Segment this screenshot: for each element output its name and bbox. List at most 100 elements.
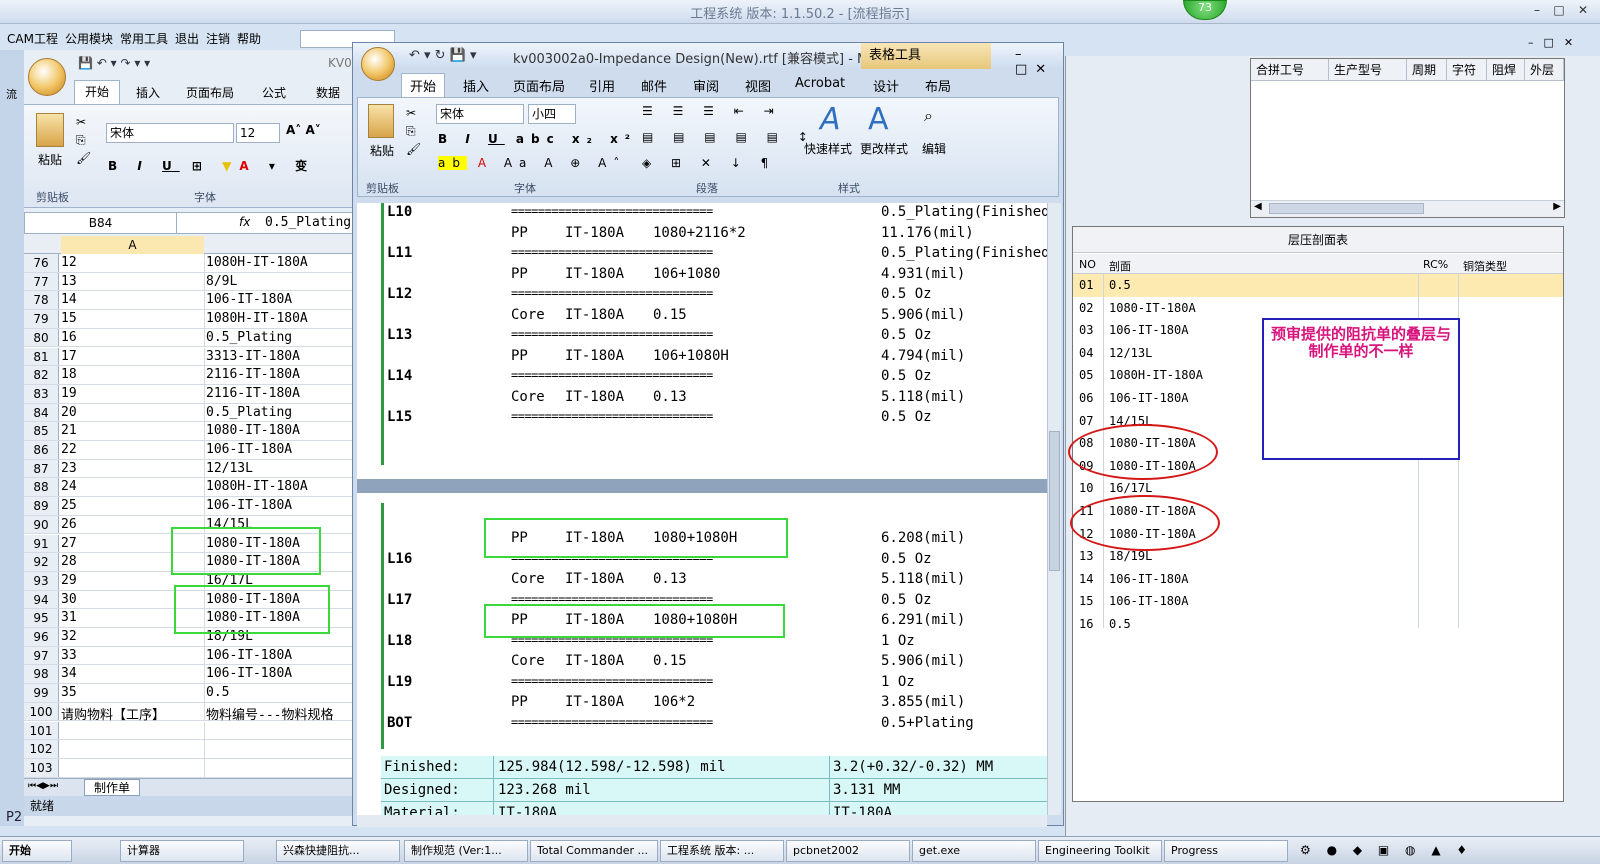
minimize-button[interactable]: –	[1528, 3, 1546, 17]
excel-tab-data[interactable]: 数据	[316, 84, 340, 101]
row-number[interactable]: 98	[24, 665, 59, 684]
cell-a[interactable]: 13	[61, 274, 77, 289]
cell-a[interactable]: 26	[61, 517, 77, 532]
table-row[interactable]: 103	[24, 758, 360, 778]
word-paste-label[interactable]: 粘贴	[370, 142, 394, 159]
scroll-thumb[interactable]	[1269, 203, 1424, 214]
excel-paste-label[interactable]: 粘贴	[38, 151, 62, 168]
cell-b[interactable]: 0.5_Plating	[206, 330, 292, 345]
clipboard-tools-icon[interactable]: ✂ ⎘ 🖌	[76, 113, 91, 167]
cell-b[interactable]: 1080H-IT-180A	[206, 255, 308, 270]
change-styles-icon[interactable]: A	[868, 102, 889, 137]
cell-a[interactable]: 21	[61, 423, 77, 438]
col-silkscreen[interactable]: 字符	[1447, 59, 1487, 80]
row-number[interactable]: 90	[24, 515, 59, 534]
word-tab-1[interactable]: 插入	[463, 76, 489, 95]
row-number[interactable]: 82	[24, 366, 59, 384]
table-row[interactable]: 84 20 0.5_Plating	[24, 403, 360, 423]
cell-b[interactable]: 1080H-IT-180A	[206, 311, 308, 326]
table-row[interactable]: 102	[24, 740, 360, 759]
cell-a[interactable]: 25	[61, 498, 77, 513]
table-row[interactable]: 81 17 3313-IT-180A	[24, 347, 360, 367]
table-row[interactable]: 101	[24, 721, 360, 741]
scroll-thumb[interactable]	[1049, 431, 1060, 571]
table-row[interactable]: 100 请购物料【工序】 物料编号---物料规格	[24, 702, 360, 723]
col-outer-layer[interactable]: 外层	[1525, 59, 1564, 80]
cell-b[interactable]: 0.5_Plating	[206, 405, 292, 420]
taskbar-item-getexe[interactable]: get.exe	[912, 840, 1036, 862]
row-number[interactable]: 88	[24, 478, 59, 497]
menu-help[interactable]: 帮助	[237, 32, 261, 46]
cell-b[interactable]: 3313-IT-180A	[206, 349, 300, 364]
table-row[interactable]: 77 13 8/9L	[24, 272, 360, 292]
flow-tab-label[interactable]: 流	[6, 86, 17, 102]
excel-tab-formula[interactable]: 公式	[262, 84, 286, 101]
row-number[interactable]: 99	[24, 684, 59, 702]
name-box[interactable]: B84	[25, 213, 177, 233]
cell-a[interactable]: 17	[61, 349, 77, 364]
change-styles-label[interactable]: 更改样式	[860, 140, 908, 157]
table-row[interactable]: 98 34 106-IT-180A	[24, 665, 360, 685]
menu-logout[interactable]: 注销	[206, 32, 230, 46]
quick-styles-icon[interactable]: A	[820, 102, 841, 137]
cell-b[interactable]: 1080H-IT-180A	[206, 479, 308, 494]
taskbar-item-calculator[interactable]: 计算器	[120, 840, 244, 862]
row-number[interactable]: 89	[24, 497, 59, 515]
cell-b[interactable]: 106-IT-180A	[206, 442, 292, 457]
cell-a[interactable]: 24	[61, 479, 77, 494]
row-number[interactable]: 92	[24, 553, 59, 571]
table-row[interactable]: 89 25 106-IT-180A	[24, 497, 360, 516]
word-tab-4[interactable]: 邮件	[641, 76, 667, 95]
cell-a[interactable]: 16	[61, 330, 77, 345]
sheet-nav-arrows-icon[interactable]: ⏮◀▶⏭	[28, 781, 58, 791]
row-number[interactable]: 83	[24, 384, 59, 403]
table-row[interactable]: 86 22 106-IT-180A	[24, 441, 360, 460]
table-row[interactable]: 80 16 0.5_Plating	[24, 328, 360, 348]
scroll-right-arrow-icon[interactable]: ▶	[1553, 201, 1561, 212]
row-number[interactable]: 94	[24, 590, 59, 609]
stackup-row[interactable]: 01 0.5	[1073, 274, 1563, 297]
table-row[interactable]: 85 21 1080-IT-180A	[24, 422, 360, 441]
cell-b[interactable]: 106-IT-180A	[206, 648, 292, 663]
col-merge-job[interactable]: 合拼工号	[1251, 59, 1329, 80]
row-number[interactable]: 81	[24, 347, 59, 366]
menu-tools[interactable]: 常用工具	[120, 32, 168, 46]
table-row[interactable]: 83 19 2116-IT-180A	[24, 384, 360, 404]
row-number[interactable]: 76	[24, 254, 59, 272]
cell-a[interactable]: 28	[61, 554, 77, 569]
cell-a[interactable]: 34	[61, 666, 77, 681]
paragraph-list-buttons[interactable]: ☰ ☰ ☰ ⇤ ⇥	[642, 104, 782, 118]
row-number[interactable]: 96	[24, 628, 59, 646]
start-button[interactable]: 开始	[2, 840, 72, 862]
col-a-header[interactable]: A	[61, 236, 204, 254]
maximize-button[interactable]: □	[1550, 3, 1568, 17]
cell-a[interactable]: 20	[61, 405, 77, 420]
stackup-row[interactable]: 15 106-IT-180A	[1073, 590, 1563, 613]
cell-a[interactable]: 30	[61, 592, 77, 607]
table-row[interactable]: 79 15 1080H-IT-180A	[24, 310, 360, 329]
row-number[interactable]: 91	[24, 534, 59, 553]
table-row[interactable]: 76 12 1080H-IT-180A	[24, 254, 360, 273]
row-number[interactable]: 78	[24, 291, 59, 310]
cell-b[interactable]: 2116-IT-180A	[206, 386, 300, 401]
taskbar-item-engineering-system[interactable]: 工程系统 版本: ...	[660, 840, 784, 862]
cell-a[interactable]: 14	[61, 292, 77, 307]
taskbar-item-pcbnet[interactable]: pcbnet2002	[786, 840, 910, 862]
word-tab-0[interactable]: 开始	[401, 73, 446, 97]
edit-label[interactable]: 编辑	[922, 140, 946, 157]
row-number[interactable]: 93	[24, 571, 59, 590]
word-font-size-input[interactable]: 小四	[528, 104, 576, 124]
row-number[interactable]: 100	[24, 702, 59, 721]
word-paste-icon[interactable]	[368, 104, 394, 138]
col-rc[interactable]: RC%	[1423, 258, 1448, 271]
quick-access-toolbar[interactable]: 💾 ↶ ▾ ↷ ▾ ▾	[78, 56, 150, 70]
menu-cam[interactable]: CAM工程	[7, 32, 58, 46]
office-button-icon[interactable]	[28, 58, 66, 96]
taskbar-item-total-commander[interactable]: Total Commander ...	[530, 840, 658, 862]
cell-a[interactable]: 19	[61, 386, 77, 401]
sheet-tab-active[interactable]: 制作单	[84, 779, 140, 796]
cell-b[interactable]: 物料编号---物料规格	[206, 704, 333, 723]
row-number[interactable]: 84	[24, 403, 59, 422]
col-period[interactable]: 周期	[1407, 59, 1447, 80]
cell-a[interactable]: 29	[61, 573, 77, 588]
